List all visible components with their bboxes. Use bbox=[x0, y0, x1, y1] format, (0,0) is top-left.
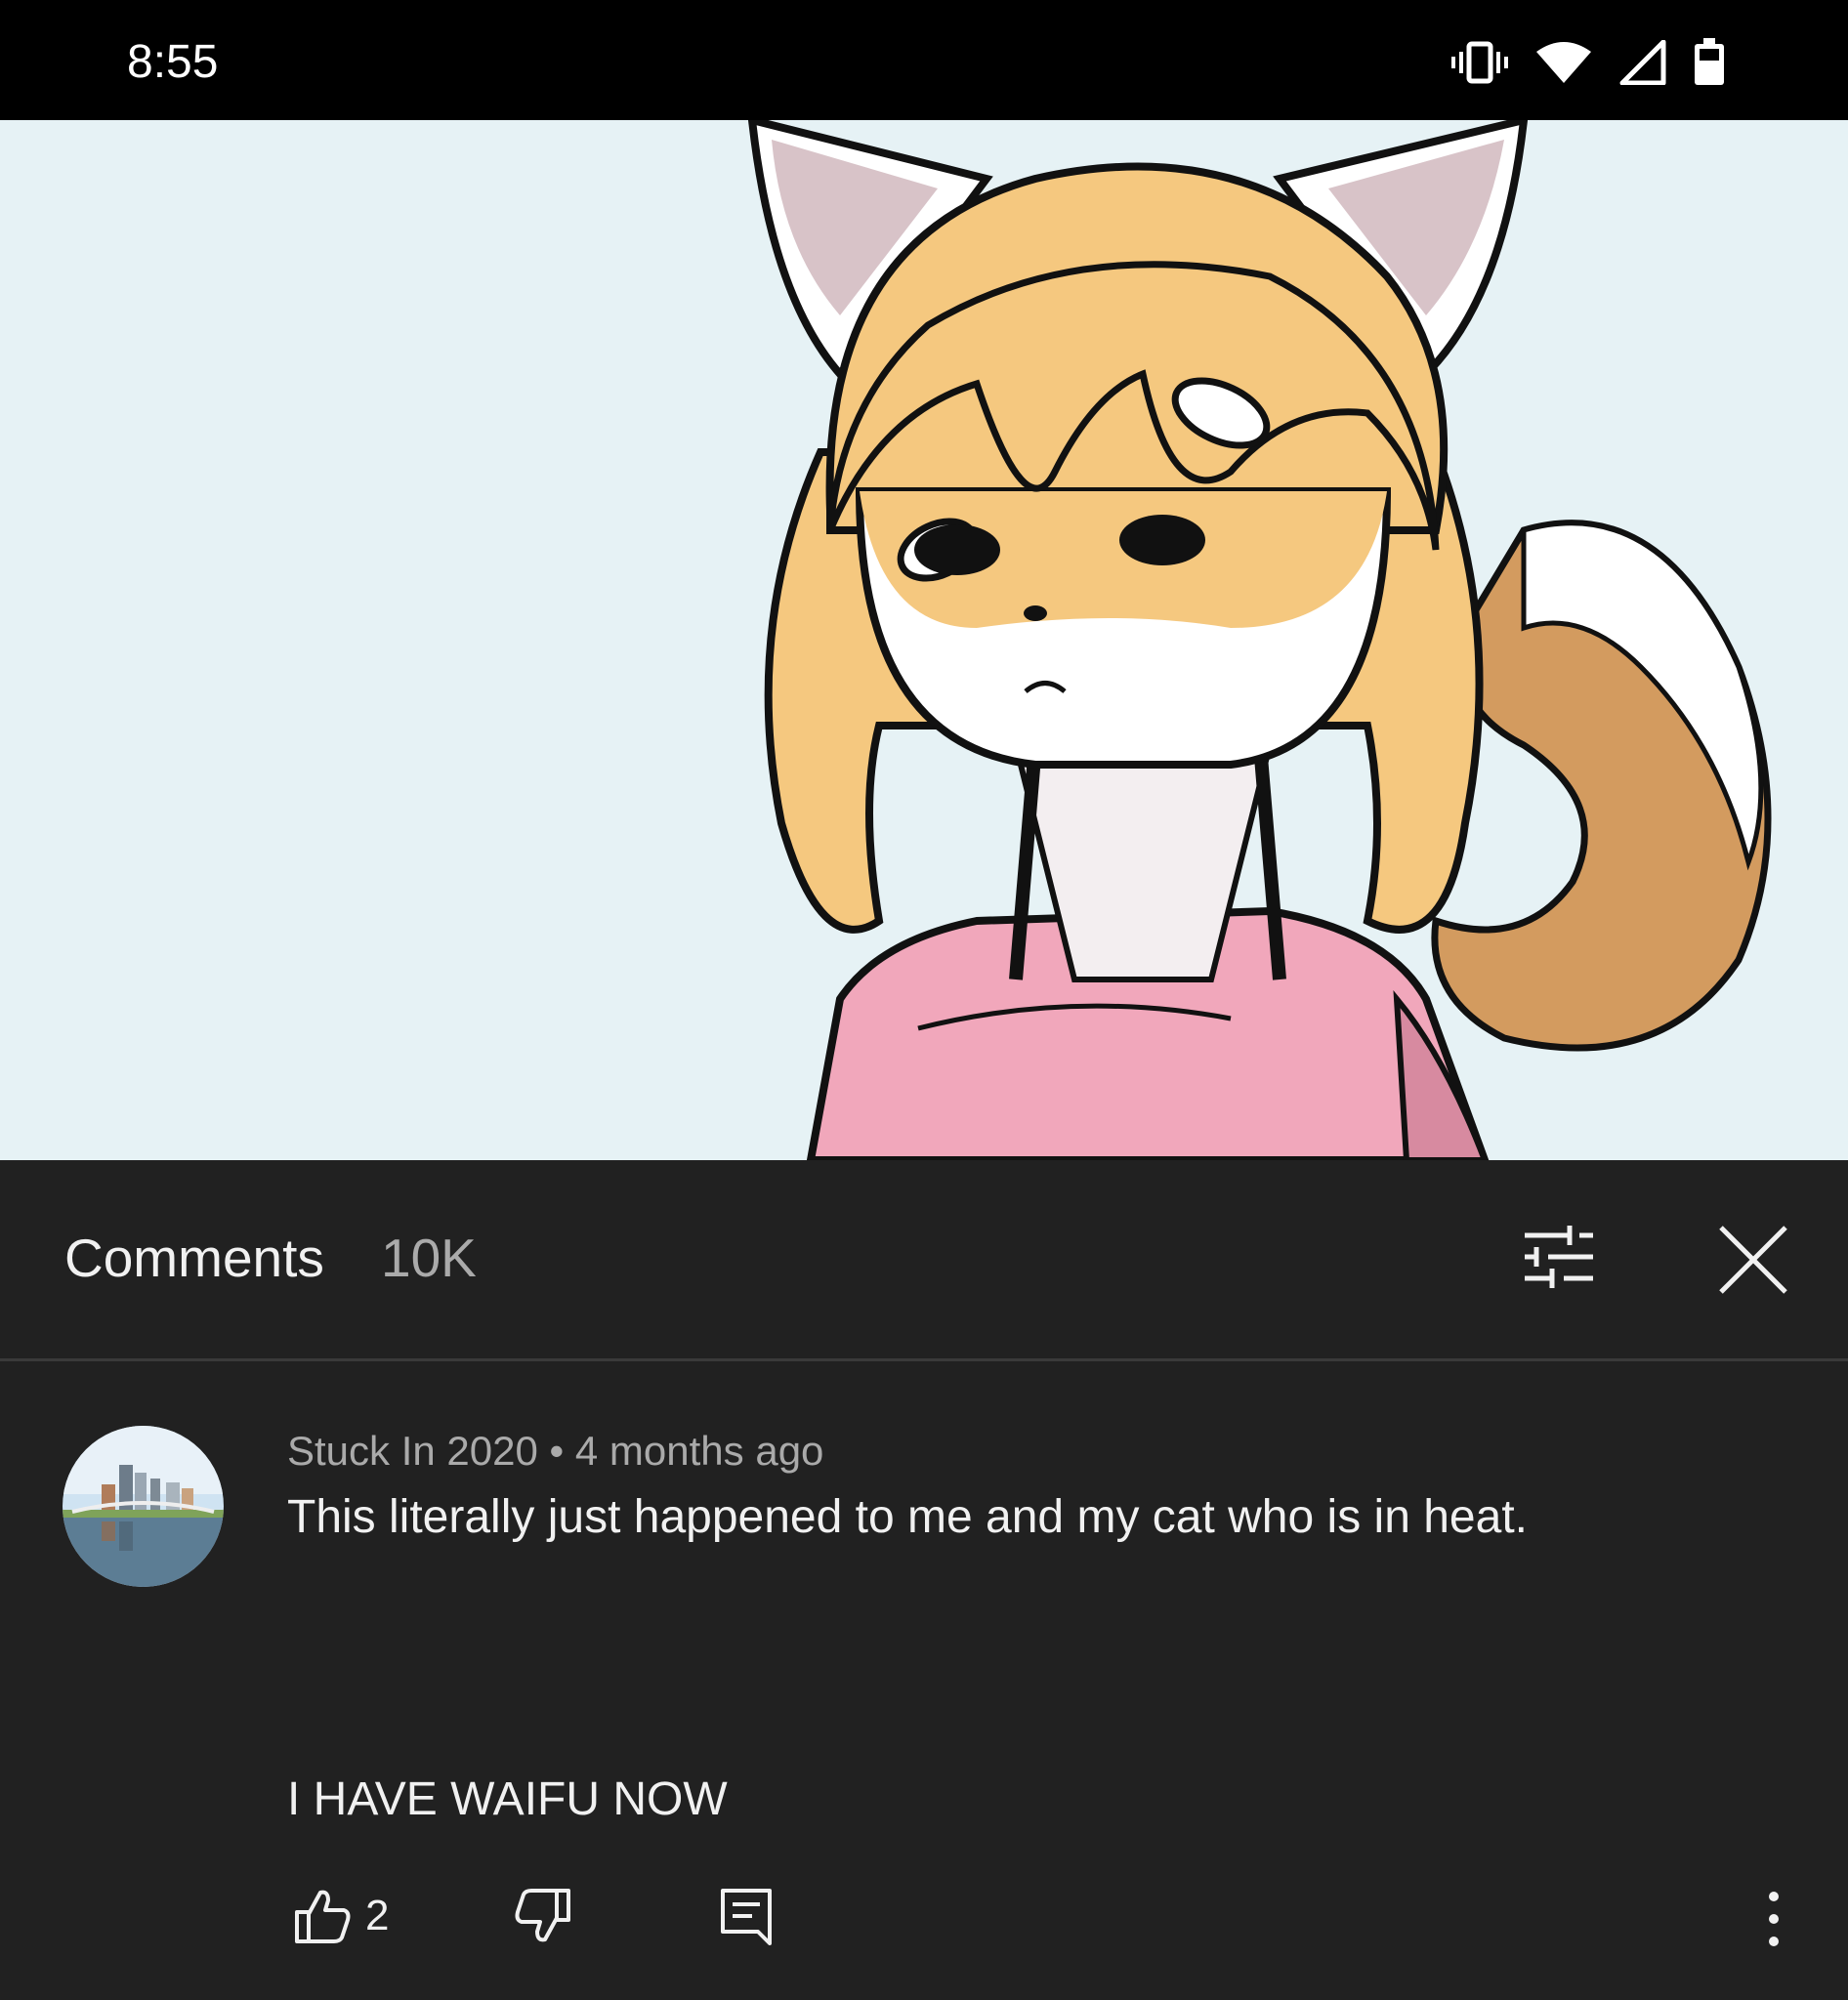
comment-time: 4 months ago bbox=[574, 1428, 824, 1474]
video-player[interactable] bbox=[0, 120, 1848, 1160]
comment-meta: Stuck In 2020 • 4 months ago bbox=[287, 1426, 823, 1477]
sort-filter-button[interactable] bbox=[1519, 1218, 1597, 1296]
avatar[interactable] bbox=[63, 1426, 224, 1587]
status-icons bbox=[1450, 38, 1726, 87]
thumbs-down-icon bbox=[515, 1889, 570, 1942]
sort-filter-icon bbox=[1525, 1226, 1593, 1288]
comments-count: 10K bbox=[381, 1228, 477, 1288]
reply-icon bbox=[721, 1889, 772, 1945]
dislike-button[interactable] bbox=[512, 1885, 574, 1947]
meta-separator: • bbox=[549, 1428, 565, 1474]
thumbs-up-icon bbox=[295, 1890, 351, 1943]
comments-header: Comments 10K bbox=[0, 1161, 1848, 1361]
like-button[interactable] bbox=[291, 1885, 354, 1947]
vibrate-icon bbox=[1450, 40, 1509, 85]
video-frame-illustration bbox=[0, 120, 1848, 1160]
wifi-icon bbox=[1534, 40, 1593, 85]
comments-title: Comments bbox=[64, 1228, 324, 1288]
close-icon bbox=[1719, 1226, 1787, 1294]
comment-text-line1: This literally just happened to me and m… bbox=[287, 1491, 1528, 1543]
close-comments-button[interactable] bbox=[1711, 1218, 1795, 1302]
signal-icon bbox=[1618, 40, 1667, 85]
status-time: 8:55 bbox=[127, 36, 219, 88]
comment-actions: 2 bbox=[0, 1885, 1848, 1963]
like-count: 2 bbox=[365, 1892, 390, 1939]
more-options-button[interactable] bbox=[1754, 1885, 1793, 1953]
status-bar: 8:55 bbox=[0, 0, 1848, 120]
battery-icon bbox=[1693, 38, 1726, 87]
comment-text-line2: I HAVE WAIFU NOW bbox=[287, 1773, 728, 1825]
more-vert-icon bbox=[1769, 1892, 1779, 1946]
comment-author[interactable]: Stuck In 2020 bbox=[287, 1428, 538, 1474]
reply-button[interactable] bbox=[715, 1885, 777, 1947]
